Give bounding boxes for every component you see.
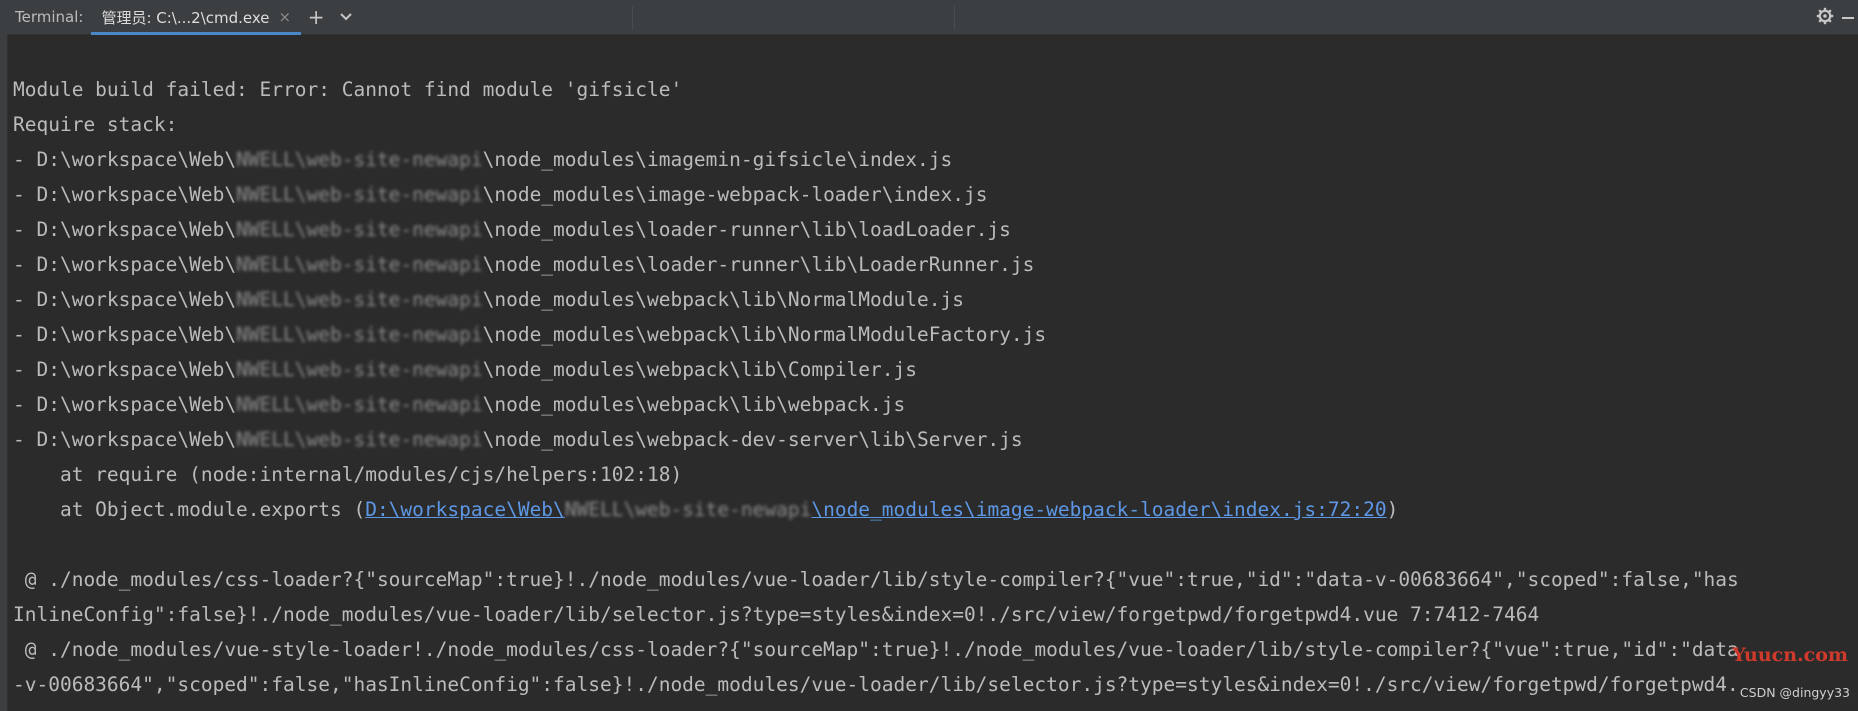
divider [632, 6, 633, 30]
divider [954, 6, 955, 30]
line-text: at require (node:internal/modules/cjs/he… [13, 463, 683, 486]
terminal-line: - D:\workspace\Web\NWELL\web-site-newapi… [13, 177, 1858, 212]
line-text: @ ./node_modules/css-loader?{"sourceMap"… [13, 568, 1739, 591]
terminal-line: InlineConfig":false}!./node_modules/vue-… [13, 597, 1858, 632]
line-text: \node_modules\loader-runner\lib\loadLoad… [482, 218, 1011, 241]
line-text: ) [1386, 498, 1399, 521]
redacted-path: NWELL\web-site-newapi [236, 428, 483, 451]
redacted-path: NWELL\web-site-newapi [236, 323, 483, 346]
terminal-tab-bar: Terminal: 管理员: C:\...2\cmd.exe × + [7, 0, 1858, 35]
line-text: \node_modules\webpack-dev-server\lib\Ser… [482, 428, 1023, 451]
redacted-path: NWELL\web-site-newapi [236, 393, 483, 416]
line-text: \node_modules\webpack\lib\Compiler.js [482, 358, 917, 381]
tab-cmd-label: 管理员: C:\...2\cmd.exe [101, 8, 270, 27]
watermark-site: Yuucn.com [1732, 644, 1848, 666]
line-text: InlineConfig":false}!./node_modules/vue-… [13, 603, 1540, 626]
terminal-line: - D:\workspace\Web\NWELL\web-site-newapi… [13, 317, 1858, 352]
left-tool-stripe [0, 0, 8, 711]
add-tab-icon[interactable]: + [301, 5, 331, 29]
terminal-line: @ ./node_modules/vue-style-loader!./node… [13, 632, 1858, 667]
line-text: - D:\workspace\Web\ [13, 218, 237, 241]
line-text: \node_modules\image-webpack-loader\index… [482, 183, 988, 206]
terminal-line: -v-00683664","scoped":false,"hasInlineCo… [13, 667, 1858, 702]
redacted-path[interactable]: NWELL\web-site-newapi [565, 492, 812, 527]
terminal-window: Terminal: 管理员: C:\...2\cmd.exe × + Modul… [0, 0, 1858, 711]
line-text: \node_modules\webpack\lib\NormalModule.j… [482, 288, 964, 311]
terminal-line: - D:\workspace\Web\NWELL\web-site-newapi… [13, 387, 1858, 422]
redacted-path: NWELL\web-site-newapi [236, 148, 483, 171]
chevron-down-icon[interactable] [331, 5, 361, 29]
file-link[interactable]: D:\workspace\Web\NWELL\web-site-newapi\n… [365, 498, 1386, 521]
line-text: -v-00683664","scoped":false,"hasInlineCo… [13, 673, 1739, 696]
tool-window-actions [1810, 0, 1858, 35]
line-text: \node_modules\webpack\lib\NormalModuleFa… [482, 323, 1047, 346]
redacted-path: NWELL\web-site-newapi [236, 358, 483, 381]
terminal-line: - D:\workspace\Web\NWELL\web-site-newapi… [13, 422, 1858, 457]
line-text: @ ./node_modules/vue-style-loader!./node… [13, 638, 1739, 661]
minimize-icon[interactable] [1840, 6, 1858, 30]
redacted-path: NWELL\web-site-newapi [236, 183, 483, 206]
line-text: Require stack: [13, 113, 178, 136]
redacted-path: NWELL\web-site-newapi [236, 288, 483, 311]
active-tab-indicator [91, 31, 302, 35]
terminal-line: - D:\workspace\Web\NWELL\web-site-newapi… [13, 352, 1858, 387]
file-link-text[interactable]: D:\workspace\Web\ [365, 498, 565, 521]
line-text: Module build failed: Error: Cannot find … [13, 78, 683, 101]
line-text: \node_modules\loader-runner\lib\LoaderRu… [482, 253, 1035, 276]
terminal-line: - D:\workspace\Web\NWELL\web-site-newapi… [13, 212, 1858, 247]
line-text: at Object.module.exports ( [13, 498, 366, 521]
line-text: - D:\workspace\Web\ [13, 148, 237, 171]
terminal-label: Terminal: [15, 8, 84, 26]
line-text: - D:\workspace\Web\ [13, 358, 237, 381]
line-text: - D:\workspace\Web\ [13, 428, 237, 451]
terminal-output[interactable]: Module build failed: Error: Cannot find … [13, 72, 1858, 702]
line-text: - D:\workspace\Web\ [13, 253, 237, 276]
close-icon[interactable]: × [279, 8, 292, 26]
line-text: - D:\workspace\Web\ [13, 288, 237, 311]
terminal-line: @ ./node_modules/css-loader?{"sourceMap"… [13, 562, 1858, 597]
tab-cmd[interactable]: 管理员: C:\...2\cmd.exe × [91, 0, 302, 35]
line-text: \node_modules\imagemin-gifsicle\index.js [482, 148, 953, 171]
terminal-line: Module build failed: Error: Cannot find … [13, 72, 1858, 107]
redacted-path: NWELL\web-site-newapi [236, 253, 483, 276]
line-text: - D:\workspace\Web\ [13, 393, 237, 416]
watermark-author: CSDN @dingyy33 [1739, 685, 1850, 700]
terminal-line: - D:\workspace\Web\NWELL\web-site-newapi… [13, 247, 1858, 282]
terminal-line: Require stack: [13, 107, 1858, 142]
line-text: - D:\workspace\Web\ [13, 323, 237, 346]
line-text: \node_modules\webpack\lib\webpack.js [482, 393, 906, 416]
terminal-line: - D:\workspace\Web\NWELL\web-site-newapi… [13, 282, 1858, 317]
redacted-path: NWELL\web-site-newapi [236, 218, 483, 241]
gear-icon[interactable] [1810, 6, 1840, 30]
terminal-line: - D:\workspace\Web\NWELL\web-site-newapi… [13, 142, 1858, 177]
line-text: - D:\workspace\Web\ [13, 183, 237, 206]
file-link-text[interactable]: \node_modules\image-webpack-loader\index… [811, 498, 1386, 521]
terminal-line: at require (node:internal/modules/cjs/he… [13, 457, 1858, 492]
terminal-line: at Object.module.exports (D:\workspace\W… [13, 492, 1858, 527]
